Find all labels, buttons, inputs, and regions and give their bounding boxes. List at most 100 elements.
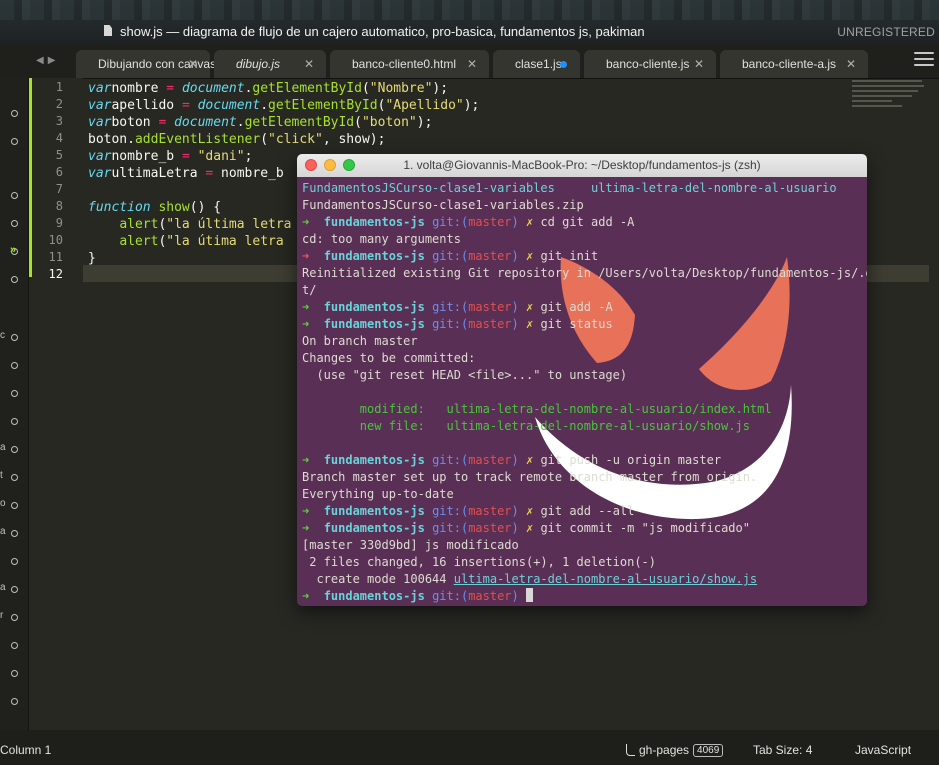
line-number: 9 xyxy=(55,216,63,230)
tab-nav-arrows-icon[interactable]: ◀▶ xyxy=(36,55,59,66)
minimap[interactable] xyxy=(852,80,932,126)
terminal-token: ➜ xyxy=(302,249,324,263)
terminal-token: ) xyxy=(511,215,526,229)
sidebar-item-fragment[interactable]: a xyxy=(0,442,6,453)
code-line[interactable]: varboton = document.getElementById("boto… xyxy=(88,114,479,131)
code-token: alert xyxy=(119,234,159,249)
git-branch-indicator[interactable]: gh-pages 4069 xyxy=(626,743,724,757)
terminal-token: git init xyxy=(540,249,599,263)
folder-expand-icon[interactable] xyxy=(11,474,18,481)
terminal-line: 2 files changed, 16 insertions(+), 1 del… xyxy=(302,554,867,571)
modified-lines-marker xyxy=(29,78,32,277)
tab-5[interactable]: banco-cliente-a.js ✕ xyxy=(720,50,868,78)
folder-expand-icon[interactable] xyxy=(11,698,18,705)
close-tab-icon[interactable]: ✕ xyxy=(304,57,314,71)
terminal-token: ) xyxy=(511,317,526,331)
syntax-selector[interactable]: JavaScript xyxy=(855,743,911,757)
line-number: 10 xyxy=(48,233,63,247)
folder-expand-icon[interactable] xyxy=(11,558,18,565)
menu-icon[interactable] xyxy=(914,52,934,66)
folder-expand-icon[interactable] xyxy=(11,110,18,117)
tab-2[interactable]: banco-cliente0.html ✕ xyxy=(330,50,489,78)
close-tab-icon[interactable]: ✕ xyxy=(188,57,198,71)
tab-1[interactable]: dibujo.js ✕ xyxy=(214,50,326,78)
code-token: boton. xyxy=(88,132,135,147)
terminal-token: master xyxy=(468,317,512,331)
code-token: addEventListener xyxy=(134,132,261,147)
sidebar-item-fragment[interactable]: t xyxy=(0,470,3,481)
code-token: ( xyxy=(354,115,362,130)
terminal-line: (use "git reset HEAD <file>..." to unsta… xyxy=(302,367,867,384)
unsaved-dot-icon[interactable] xyxy=(560,61,567,68)
folder-expand-icon[interactable] xyxy=(11,362,18,369)
tab-4[interactable]: banco-cliente.js ✕ xyxy=(584,50,716,78)
terminal-token: On branch master xyxy=(302,334,418,348)
folder-expand-icon[interactable] xyxy=(11,138,18,145)
terminal-token: git add --all xyxy=(540,504,635,518)
line-number: 1 xyxy=(55,80,63,94)
branch-icon xyxy=(626,744,635,756)
code-token: "la útima letra xyxy=(166,234,284,249)
tab-bar: ◀▶ Dibujando con canvas.html ✕ dibujo.js ✕ b… xyxy=(0,44,939,79)
terminal-line: FundamentosJSCurso-clase1-variables ulti… xyxy=(302,180,867,197)
line-number: 5 xyxy=(55,148,63,162)
terminal-token: ultima-letra-del-nombre-al-usuario/show.… xyxy=(453,572,758,586)
terminal-token: ➜ xyxy=(302,317,324,331)
code-line[interactable]: varapellido = document.getElementById("A… xyxy=(88,97,479,114)
close-tab-icon[interactable]: ✕ xyxy=(467,57,477,71)
folder-expand-icon[interactable] xyxy=(11,390,18,397)
terminal-body[interactable]: FundamentosJSCurso-clase1-variables ulti… xyxy=(297,177,867,606)
line-number: 12 xyxy=(48,267,63,281)
sidebar-item-fragment[interactable]: c xyxy=(0,330,5,341)
code-token: = xyxy=(166,81,175,96)
folder-expand-icon[interactable] xyxy=(11,586,18,593)
document-icon xyxy=(104,25,112,36)
code-token: document xyxy=(174,115,237,130)
sidebar: c a t o a a r » xyxy=(0,78,29,730)
terminal-token: fundamentos-js xyxy=(323,300,433,314)
terminal-token: ➜ xyxy=(302,589,324,603)
close-tab-icon[interactable]: ✕ xyxy=(694,57,704,71)
sidebar-item-fragment[interactable]: r xyxy=(0,610,3,621)
terminal-line: On branch master xyxy=(302,333,867,350)
folder-expand-icon[interactable] xyxy=(11,614,18,621)
folder-expand-icon[interactable] xyxy=(11,502,18,509)
terminal-line: create mode 100644 ultima-letra-del-nomb… xyxy=(302,571,867,588)
tab-3[interactable]: clase1.js xyxy=(493,50,580,78)
folder-expand-icon[interactable] xyxy=(11,530,18,537)
code-token: = xyxy=(181,149,190,164)
sidebar-item-fragment[interactable]: a xyxy=(0,582,6,593)
code-token: var xyxy=(88,81,112,96)
folder-expand-icon[interactable] xyxy=(11,642,18,649)
terminal-token: ✗ xyxy=(526,504,541,518)
tab-size-selector[interactable]: Tab Size: 4 xyxy=(753,743,812,757)
terminal-token: git status xyxy=(540,317,613,331)
folder-expand-icon[interactable] xyxy=(11,446,18,453)
code-line[interactable]: boton.addEventListener("click", show); xyxy=(88,131,479,148)
code-token: var xyxy=(88,166,112,181)
code-line[interactable]: varnombre = document.getElementById("Nom… xyxy=(88,80,479,97)
close-tab-icon[interactable]: ✕ xyxy=(846,57,856,71)
folder-expand-icon[interactable] xyxy=(11,418,18,425)
terminal-line: new file: ultima-letra-del-nombre-al-usu… xyxy=(302,418,867,435)
terminal-token: ➜ xyxy=(302,215,324,229)
terminal-token: fundamentos-js xyxy=(323,215,433,229)
sidebar-item-fragment[interactable]: o xyxy=(0,498,6,509)
tab-0[interactable]: Dibujando con canvas.html ✕ xyxy=(76,50,242,78)
folder-expand-icon[interactable] xyxy=(11,334,18,341)
folder-expand-icon[interactable] xyxy=(11,220,18,227)
terminal-titlebar[interactable]: 1. volta@Giovannis-MacBook-Pro: ~/Deskto… xyxy=(297,154,867,178)
line-number: 11 xyxy=(48,250,63,264)
line-number: 2 xyxy=(55,97,63,111)
terminal-token: ✗ xyxy=(526,300,541,314)
terminal-window[interactable]: 1. volta@Giovannis-MacBook-Pro: ~/Deskto… xyxy=(297,154,867,606)
terminal-token: fundamentos-js xyxy=(323,504,433,518)
folder-expand-icon[interactable] xyxy=(11,192,18,199)
sidebar-item-fragment[interactable]: a xyxy=(0,526,6,537)
folder-expand-icon[interactable] xyxy=(11,276,18,283)
terminal-line: FundamentosJSCurso-clase1-variables.zip xyxy=(302,197,867,214)
terminal-token: git:( xyxy=(432,215,469,229)
terminal-line: ➜ fundamentos-js git:(master) ✗ cd git a… xyxy=(302,214,867,231)
folder-expand-icon[interactable] xyxy=(11,670,18,677)
